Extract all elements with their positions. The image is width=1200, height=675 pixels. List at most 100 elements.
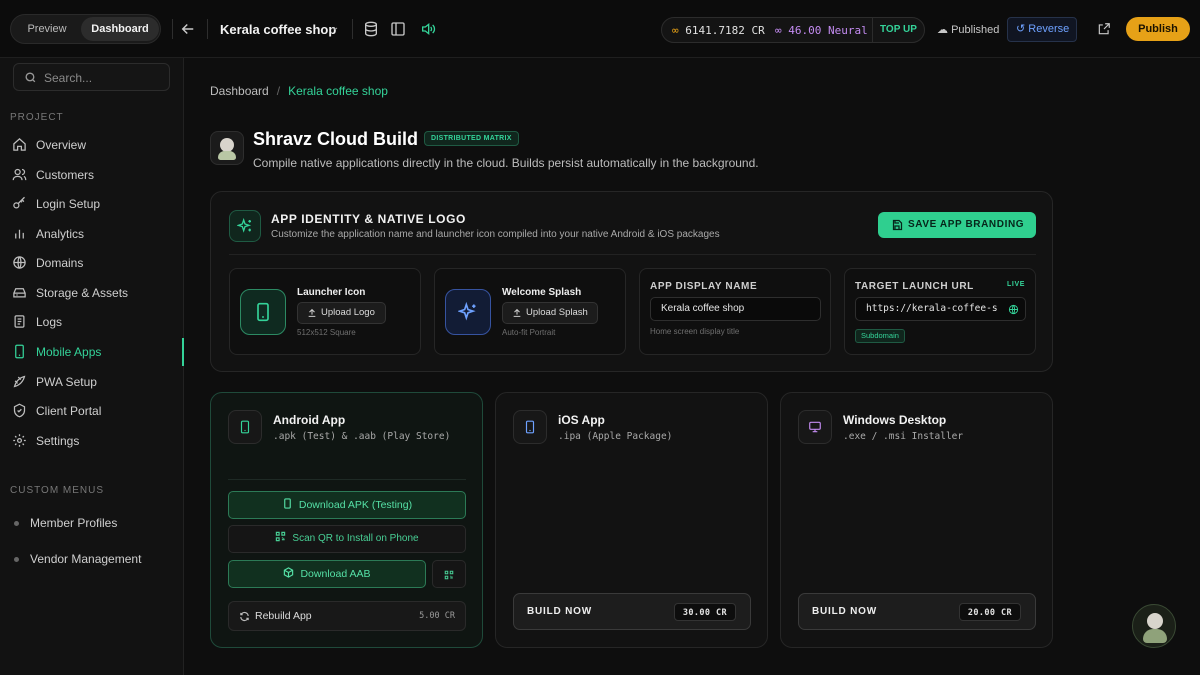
launcher-title: Launcher Icon [297,287,366,298]
publish-button[interactable]: Publish [1126,17,1190,41]
windows-desktop-card: Windows Desktop .exe / .msi Installer BU… [780,392,1053,648]
sidebar-item-storage[interactable]: Storage & Assets [0,279,184,307]
page-title: Shravz Cloud Build [253,129,419,149]
search-placeholder: Search... [44,71,93,85]
smartphone-icon [284,498,291,509]
search-icon [25,72,36,83]
project-name[interactable]: Kerala coffee shop [220,22,336,37]
sidebar-item-label: Client Portal [36,404,102,418]
upload-logo-button[interactable]: Upload Logo [297,302,386,324]
database-icon[interactable] [363,21,379,37]
windows-build-now-button[interactable]: BUILD NOW 20.00 CR [798,593,1036,630]
globe-icon [1008,304,1019,315]
identity-title: APP IDENTITY & NATIVE LOGO [271,212,466,226]
identity-description: Customize the application name and launc… [271,229,720,240]
breadcrumb-root[interactable]: Dashboard [210,84,269,98]
qr-code-button[interactable] [432,560,466,588]
display-name-field[interactable]: Kerala coffee shop [650,297,821,321]
rebuild-label: Rebuild App [255,610,312,622]
ios-build-now-button[interactable]: BUILD NOW 30.00 CR [513,593,751,630]
android-title: Android App [273,413,346,427]
display-name-card: APP DISPLAY NAME Kerala coffee shop Home… [639,268,831,355]
sidebar-item-label: Member Profiles [30,516,118,530]
qr-code-icon [276,531,286,542]
sidebar-item-label: PWA Setup [36,375,97,389]
launch-url-label: TARGET LAUNCH URL [855,281,974,292]
sidebar-item-pwa-setup[interactable]: PWA Setup [0,368,184,396]
sidebar-item-vendor-management[interactable]: Vendor Management [0,545,184,573]
sidebar-item-label: Overview [36,138,87,152]
key-icon [12,196,27,211]
sidebar-item-login-setup[interactable]: Login Setup [0,190,184,218]
sidebar-item-domains[interactable]: Domains [0,249,184,277]
smartphone-icon [228,410,262,444]
ios-title: iOS App [558,413,605,427]
users-icon [12,167,27,182]
live-badge: LIVE [1007,281,1025,288]
preview-tab[interactable]: Preview [15,17,79,41]
sidebar-item-label: Vendor Management [30,552,142,566]
sidebar-item-customers[interactable]: Customers [0,161,184,189]
breadcrumb-current: Kerala coffee shop [288,84,388,98]
history-icon: ↺ [1016,23,1026,35]
chevron-down-icon[interactable]: ⌄ [331,22,339,33]
build-now-label: BUILD NOW [812,606,877,617]
sidebar-item-client-portal[interactable]: Client Portal [0,397,184,425]
upload-splash-button[interactable]: Upload Splash [502,302,598,324]
smartphone-icon [12,344,27,359]
globe-icon [12,255,27,270]
refresh-icon [240,611,249,622]
launch-url-field[interactable]: https://kerala-coffee-s [855,297,1026,321]
sidebar-item-mobile-apps[interactable]: Mobile Apps [0,338,184,366]
panel-layout-icon[interactable] [390,21,406,37]
publish-status: ☁ Published [937,24,1000,36]
save-branding-button[interactable]: SAVE APP BRANDING [878,212,1036,238]
sidebar-item-analytics[interactable]: Analytics [0,220,184,248]
display-name-hint: Home screen display title [650,327,740,336]
dashboard-tab[interactable]: Dashboard [81,17,159,41]
launcher-hint: 512x512 Square [297,328,356,337]
sidebar-item-logs[interactable]: Logs [0,308,184,336]
cloud-icon: ☁ [937,24,948,36]
android-app-card: Android App .apk (Test) & .aab (Play Sto… [210,392,483,648]
sidebar-item-label: Mobile Apps [36,345,102,359]
avatar [210,131,244,165]
sidebar-item-member-profiles[interactable]: Member Profiles [0,509,184,537]
back-arrow-icon[interactable] [179,20,197,38]
smartphone-icon [240,289,286,335]
home-icon [12,137,27,152]
sidebar-item-label: Storage & Assets [36,286,129,300]
build-now-label: BUILD NOW [527,606,592,617]
bar-chart-icon [12,226,27,241]
bullet-dot [14,521,19,526]
external-link-icon[interactable] [1097,22,1111,36]
sidebar-item-overview[interactable]: Overview [0,131,184,159]
pwa-icon [12,374,27,389]
upload-icon [513,308,521,317]
splash-title: Welcome Splash [502,287,582,298]
divider [229,254,1036,255]
download-aab-label: Download AAB [300,568,371,580]
welcome-splash-card: Welcome Splash Upload Splash Auto-fit Po… [434,268,626,355]
speaker-icon[interactable] [420,21,436,37]
windows-title: Windows Desktop [843,413,947,427]
sidebar: Search... PROJECT Overview Customers Log… [0,58,184,675]
save-icon [892,219,903,231]
page-subtitle: Compile native applications directly in … [253,156,759,170]
custom-menus-heading: CUSTOM MENUS [10,485,105,496]
subdomain-tag: Subdomain [855,329,905,343]
search-input[interactable]: Search... [13,63,170,91]
upload-logo-label: Upload Logo [321,307,375,318]
rebuild-app-button[interactable]: Rebuild App 5.00 CR [228,601,466,631]
sidebar-item-settings[interactable]: Settings [0,427,184,455]
download-aab-button[interactable]: Download AAB [228,560,426,588]
assistant-avatar[interactable] [1132,604,1176,648]
sidebar-item-label: Login Setup [36,197,101,211]
reverse-button[interactable]: ↺ Reverse [1007,17,1077,42]
top-up-button[interactable]: TOP UP [872,18,917,42]
divider [207,19,208,39]
project-section-heading: PROJECT [10,112,64,123]
scan-qr-button[interactable]: Scan QR to Install on Phone [228,525,466,553]
download-apk-button[interactable]: Download APK (Testing) [228,491,466,519]
ios-desc: .ipa (Apple Package) [558,431,673,442]
